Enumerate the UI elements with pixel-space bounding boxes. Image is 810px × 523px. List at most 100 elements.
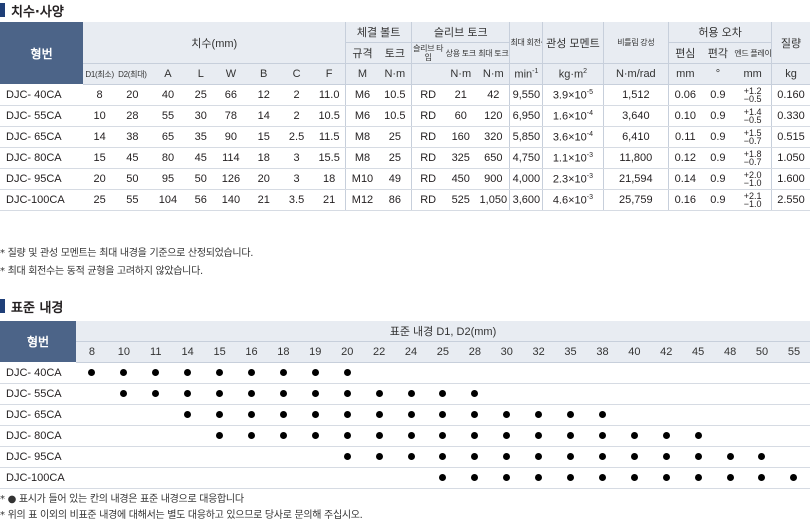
- spec-cell-end: +1.5 −0.7: [734, 126, 772, 148]
- bore-cell: [522, 425, 555, 447]
- bore-cell: [490, 425, 523, 447]
- bore-title-text: 표준 내경: [11, 300, 64, 316]
- bore-cell: [714, 383, 747, 405]
- bore-size-header: 20: [331, 341, 364, 363]
- spec-cell-a: 55: [148, 105, 188, 127]
- bore-cell: [426, 383, 459, 405]
- bore-cell: [331, 383, 364, 405]
- spec-cell-w: 126: [214, 168, 248, 190]
- bore-cell: [331, 404, 364, 426]
- spec-cell-inertia: 1.6×10-4: [542, 105, 603, 127]
- spec-cell-d1: 8: [83, 84, 116, 106]
- bore-cell: [650, 383, 683, 405]
- unit-kgm-sup: 2: [583, 67, 588, 75]
- spec-cell-b: 18: [247, 147, 281, 169]
- end-play-minus: −0.5: [743, 94, 762, 104]
- standard-bore-dot: [471, 432, 479, 439]
- bore-size-header: 19: [299, 341, 332, 363]
- standard-bore-dot: [471, 390, 479, 397]
- slip-group-header: 슬리브 토크: [410, 22, 510, 43]
- bore-size-header: 28: [458, 341, 491, 363]
- standard-bore-dot: [694, 453, 702, 460]
- bore-cell: [203, 404, 236, 426]
- bore-cell: [777, 383, 810, 405]
- bore-cell: [331, 362, 364, 384]
- standard-bore-dot: [247, 432, 255, 439]
- bore-cell: [171, 404, 204, 426]
- spec-cell-mass: 2.550: [771, 189, 810, 211]
- spec-cell-ecc: 0.14: [668, 168, 702, 190]
- standard-bore-dot: [630, 432, 638, 439]
- spec-cell-d1: 15: [83, 147, 116, 169]
- inertia-exp: -3: [586, 193, 593, 201]
- standard-bore-dot: [662, 432, 670, 439]
- end-play-minus: −0.5: [743, 115, 762, 125]
- bore-cell: [426, 362, 459, 384]
- spec-cell-d1: 14: [83, 126, 116, 148]
- bore-cell: [426, 446, 459, 468]
- spec-cell-c: 3.5: [280, 189, 313, 211]
- spec-cell-mass: 1.600: [771, 168, 810, 190]
- bore-row: DJC- 40CA: [0, 362, 810, 384]
- standard-bore-dot: [567, 432, 575, 439]
- spec-cell-max: 650: [477, 147, 510, 169]
- bolt-torque-header: 토크: [378, 42, 412, 64]
- bore-cell: [426, 425, 459, 447]
- standard-bore-dot: [216, 432, 224, 439]
- spec-cell-d2: 20: [116, 84, 149, 106]
- inertia-exp: -4: [586, 130, 593, 138]
- standard-bore-dot: [598, 453, 606, 460]
- standard-bore-dot: [88, 369, 96, 376]
- standard-bore-dot: [343, 453, 351, 460]
- standard-bore-dot: [343, 369, 351, 376]
- unit-kg: kg: [771, 63, 810, 85]
- bore-cell: [618, 362, 651, 384]
- standard-bore-dot: [375, 453, 383, 460]
- spec-model-header: 형번: [0, 22, 84, 85]
- standard-bore-dot: [311, 411, 319, 418]
- spec-cell-bolt_t: 10.5: [378, 84, 412, 106]
- standard-bore-dot: [247, 369, 255, 376]
- unit-mm: mm: [668, 63, 702, 85]
- bore-size-header: 32: [522, 341, 555, 363]
- end-play-tol: +1.5 −0.7: [744, 129, 762, 146]
- standard-bore-dot: [662, 474, 670, 481]
- standard-bore-dot: [439, 474, 447, 481]
- bore-cell: [682, 467, 715, 489]
- spec-cell-d1: 10: [83, 105, 116, 127]
- bore-cell: [746, 446, 778, 468]
- bore-cell: [203, 446, 236, 468]
- spec-cell-inertia: 3.6×10-4: [542, 126, 603, 148]
- spec-cell-ang: 0.9: [701, 147, 735, 169]
- inertia-exp: -5: [586, 88, 593, 96]
- spec-cell-bolt_t: 25: [378, 147, 412, 169]
- unit-kgm-text: kg·m: [558, 68, 584, 81]
- bore-cell: [777, 404, 810, 426]
- spec-cell-ecc: 0.16: [668, 189, 702, 211]
- bore-size-header: 50: [746, 341, 778, 363]
- unit-deg: °: [701, 63, 735, 85]
- bore-size-header: 8: [76, 341, 108, 363]
- bore-cell: [458, 362, 491, 384]
- bore-cell: [76, 446, 108, 468]
- spec-cell-stiff: 11,800: [602, 147, 669, 169]
- spec-cell-l: 30: [187, 105, 215, 127]
- spec-cell-type: RD: [411, 84, 445, 106]
- bore-cell: [490, 404, 523, 426]
- spec-cell-bolt: M8: [345, 147, 379, 169]
- standard-bore-dot: [311, 369, 319, 376]
- standard-bore-dot: [279, 369, 287, 376]
- spec-table: 형번 치수(mm) 체결 볼트 슬리브 토크 최대 회전수 관성 모멘트 비틀림…: [0, 22, 810, 211]
- end-play-tol: +1.8 −0.7: [744, 150, 762, 167]
- spec-header-row-1: 형번 치수(mm) 체결 볼트 슬리브 토크 최대 회전수 관성 모멘트 비틀림…: [0, 22, 810, 85]
- tol-ecc-header: 편심: [668, 42, 702, 64]
- maxrpm-header: 최대 회전수: [509, 22, 543, 64]
- spec-cell-rpm: 5,850: [509, 126, 543, 148]
- bore-cell: [107, 404, 140, 426]
- bore-cell: [395, 404, 427, 426]
- standard-bore-dot: [471, 453, 479, 460]
- spec-model-cell: DJC- 40CA: [0, 84, 84, 106]
- bore-cell: [107, 467, 140, 489]
- spec-cell-a: 65: [148, 126, 188, 148]
- bore-cell: [395, 362, 427, 384]
